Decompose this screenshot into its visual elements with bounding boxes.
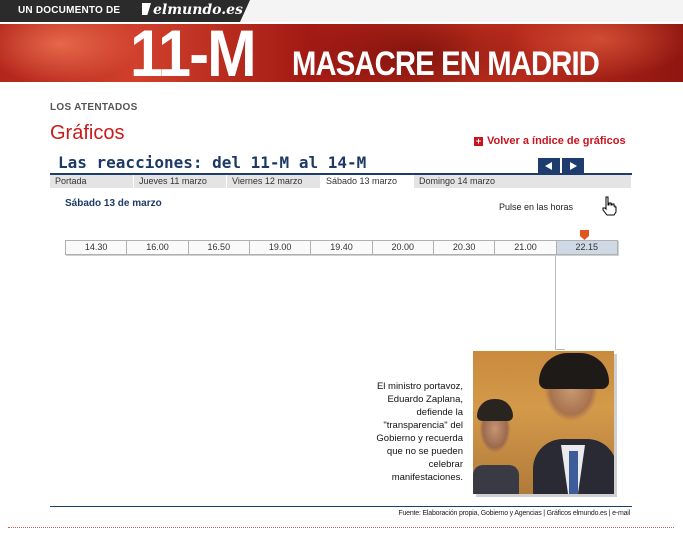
page-title: Gráficos bbox=[50, 122, 125, 144]
photo-figure-hair-back bbox=[477, 399, 513, 421]
banner-title: MASACRE EN MADRID bbox=[292, 45, 600, 82]
time-1430[interactable]: 14.30 bbox=[66, 241, 128, 254]
graphic-title: Las reacciones: del 11-M al 14-M bbox=[58, 153, 367, 172]
back-link-label: Volver a índice de gráficos bbox=[487, 135, 626, 147]
next-button[interactable] bbox=[562, 158, 584, 174]
time-2000[interactable]: 20.00 bbox=[373, 241, 434, 254]
photo-figure-suit-back bbox=[473, 465, 519, 494]
tab-sabado[interactable]: Sábado 13 marzo bbox=[321, 175, 414, 188]
zaplana-photo bbox=[473, 351, 614, 494]
time-1900[interactable]: 19.00 bbox=[250, 241, 312, 254]
arrow-right-icon bbox=[570, 162, 577, 170]
back-to-index-link[interactable]: + Volver a índice de gráficos bbox=[474, 135, 626, 147]
arrow-left-icon bbox=[545, 162, 552, 170]
connector-line bbox=[555, 256, 556, 349]
logo-mark-icon bbox=[142, 3, 151, 15]
selected-time-marker bbox=[580, 230, 589, 240]
tab-viernes[interactable]: Viernes 12 marzo bbox=[227, 175, 321, 188]
tab-domingo[interactable]: Domingo 14 marzo bbox=[414, 175, 632, 188]
date-heading: Sábado 13 de marzo bbox=[65, 198, 162, 209]
tab-jueves[interactable]: Jueves 11 marzo bbox=[134, 175, 227, 188]
time-1940[interactable]: 19.40 bbox=[311, 241, 373, 254]
time-selector: 14.30 16.00 16.50 19.00 19.40 20.00 20.3… bbox=[65, 240, 618, 255]
time-2215[interactable]: 22.15 bbox=[556, 241, 617, 254]
logo-text: elmundo.es bbox=[153, 2, 243, 18]
tab-portada[interactable]: Portada bbox=[50, 175, 134, 188]
banner-tag: 11-M bbox=[130, 24, 257, 82]
plus-icon: + bbox=[474, 136, 483, 146]
hand-pointer-icon bbox=[602, 196, 617, 216]
top-bar: UN DOCUMENTO DE elmundo.es bbox=[0, 0, 683, 22]
bottom-rule bbox=[50, 506, 632, 507]
photo-caption: El ministro portavoz, Eduardo Zaplana, d… bbox=[376, 381, 463, 483]
time-1650[interactable]: 16.50 bbox=[189, 241, 250, 254]
time-2100[interactable]: 21.00 bbox=[495, 241, 557, 254]
day-tabs: Portada Jueves 11 marzo Viernes 12 marzo… bbox=[50, 175, 632, 188]
section-label: LOS ATENTADOS bbox=[50, 102, 138, 113]
time-2030[interactable]: 20.30 bbox=[434, 241, 496, 254]
connector-line-horizontal bbox=[555, 349, 565, 350]
photo-figure-tie bbox=[569, 451, 578, 494]
photo-figure-hair bbox=[539, 353, 609, 389]
source-credits: Fuente: Elaboración propia, Gobierno y A… bbox=[398, 510, 630, 517]
instruction-text: Pulse en las horas bbox=[499, 202, 574, 212]
elmundo-logo[interactable]: elmundo.es bbox=[142, 2, 243, 18]
prev-button[interactable] bbox=[538, 158, 560, 174]
banner: 11-M MASACRE EN MADRID bbox=[0, 24, 683, 82]
doc-label: UN DOCUMENTO DE bbox=[18, 5, 121, 16]
dotted-divider bbox=[8, 527, 674, 528]
time-1600[interactable]: 16.00 bbox=[127, 241, 189, 254]
